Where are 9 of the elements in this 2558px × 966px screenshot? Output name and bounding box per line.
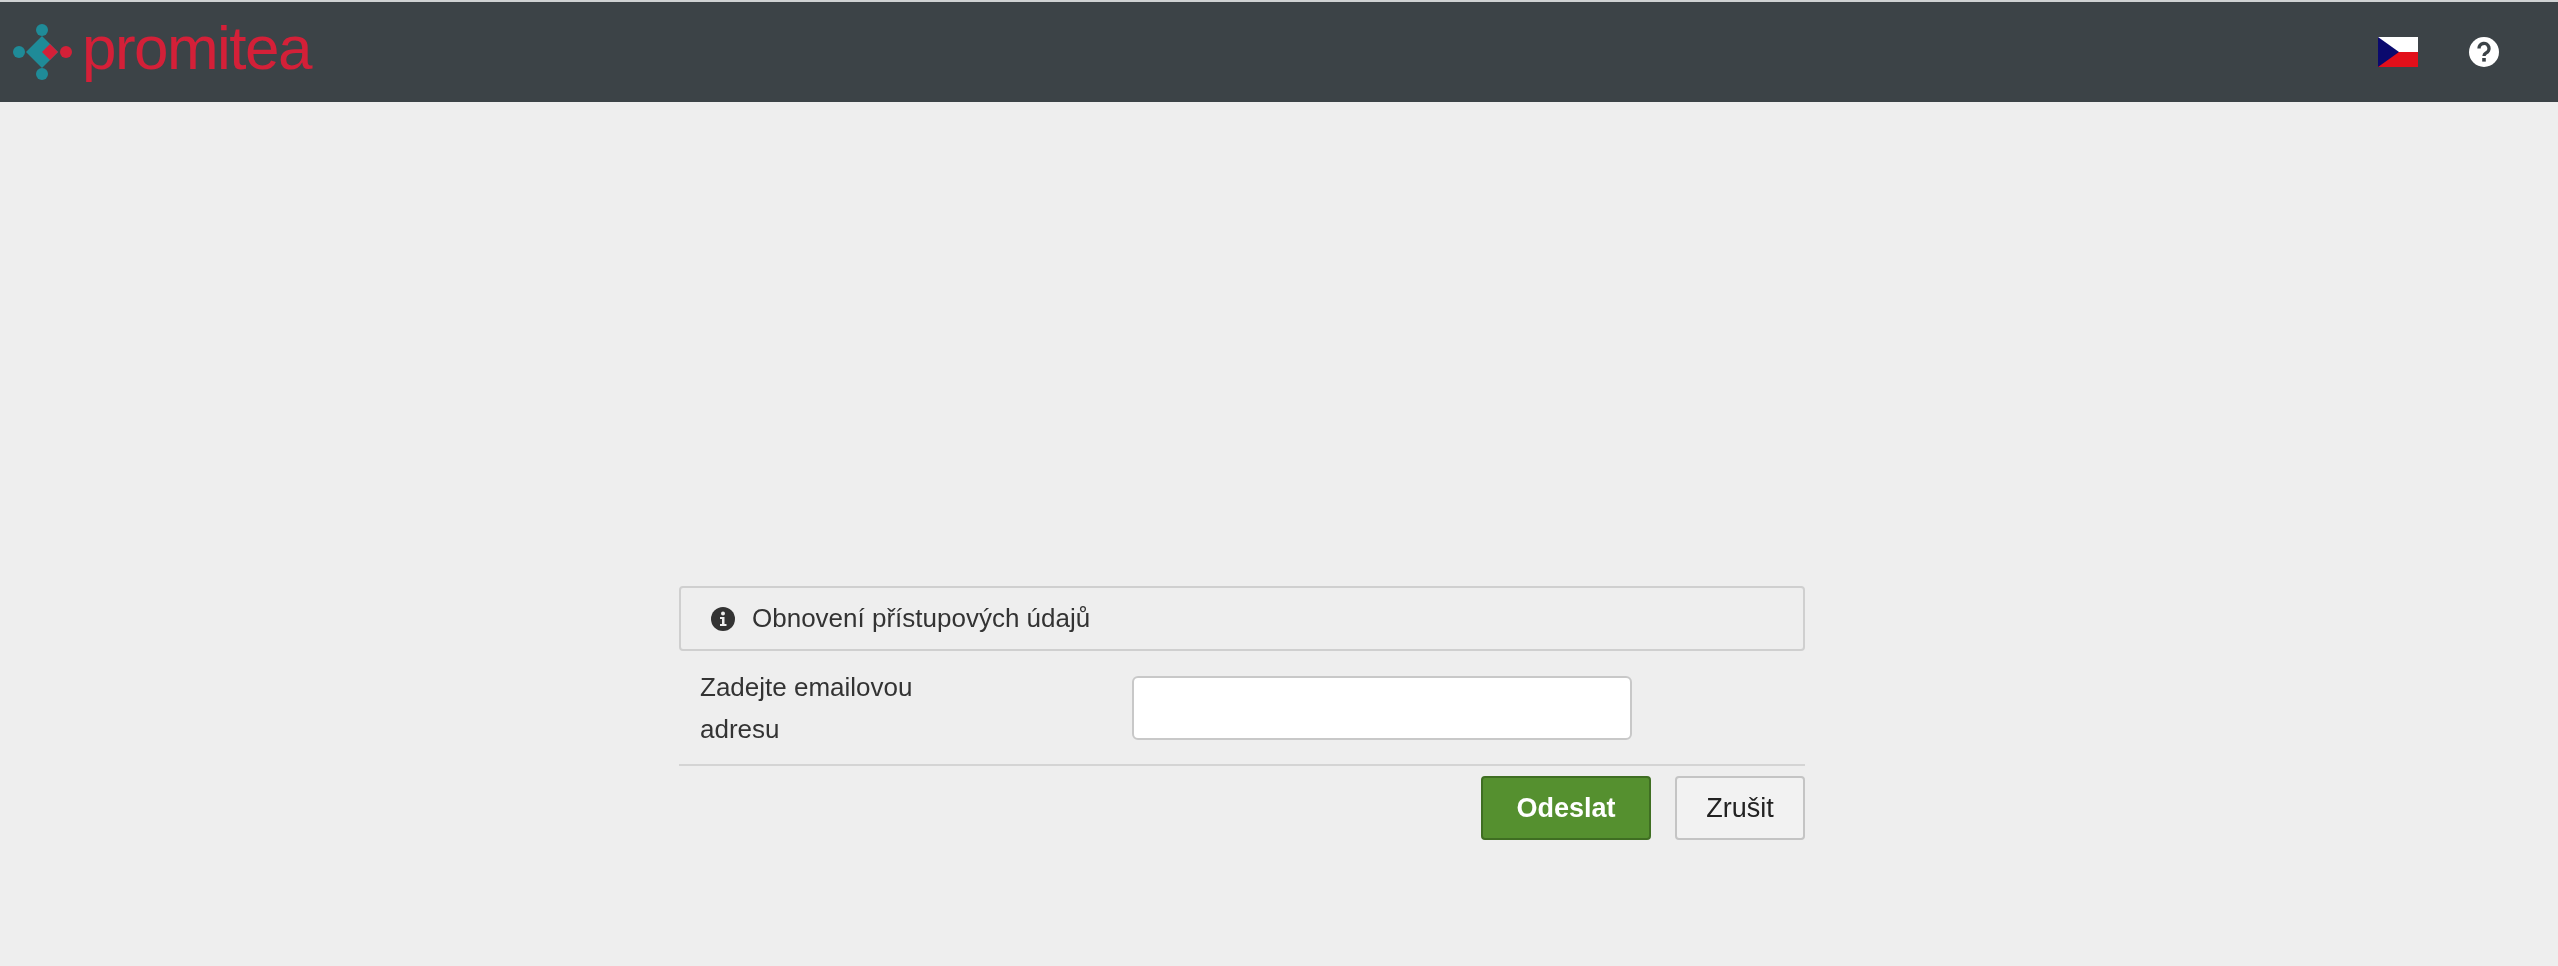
panel-title: Obnovení přístupových údajů	[752, 602, 1091, 635]
email-label: Zadejte emailovou adresu	[699, 670, 914, 746]
cancel-button[interactable]: Zrušit	[1675, 776, 1805, 840]
help-icon[interactable]	[2468, 36, 2500, 68]
info-icon	[711, 606, 735, 631]
logo-icon	[12, 22, 72, 82]
submit-button[interactable]: Odeslat	[1481, 776, 1651, 840]
email-input[interactable]	[1132, 675, 1632, 740]
czech-flag-icon[interactable]	[2378, 37, 2418, 67]
